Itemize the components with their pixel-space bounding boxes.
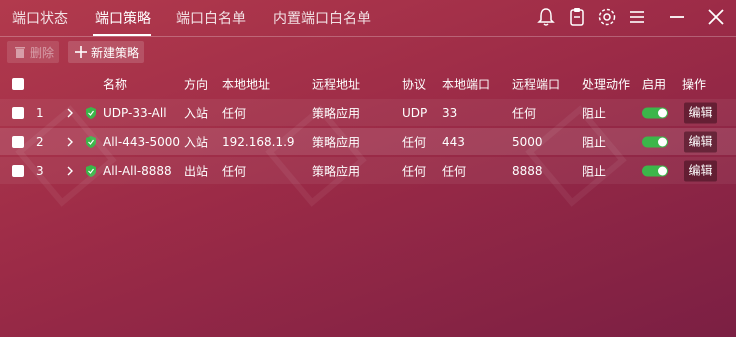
table-row[interactable]: 3 All-All-8888 出站 任何 策略应用 任何 任何 8888 阻止 … <box>0 157 736 184</box>
row-local-port: 33 <box>442 105 458 120</box>
shield-icon <box>85 106 97 119</box>
row-direction: 出站 <box>184 164 209 178</box>
row-local-address: 192.168.1.9 <box>222 134 295 149</box>
table-header: 名称 方向 本地地址 远程地址 协议 本地端口 远程端口 处理动作 启用 操作 <box>0 72 736 96</box>
edit-button[interactable]: 编辑 <box>684 102 717 123</box>
title-bar: 端口状态 端口策略 端口白名单 内置端口白名单 <box>0 0 736 37</box>
row-name: UDP-33-All <box>103 105 167 120</box>
chevron-right-icon[interactable] <box>65 136 75 148</box>
new-policy-button[interactable]: 新建策略 <box>68 41 144 63</box>
shield-icon <box>85 164 97 177</box>
clipboard-icon[interactable] <box>566 6 588 28</box>
header-remote-address: 远程地址 <box>312 77 361 92</box>
chevron-right-icon[interactable] <box>65 165 75 177</box>
new-policy-label: 新建策略 <box>91 45 140 60</box>
minimize-icon[interactable] <box>666 6 688 28</box>
row-direction: 入站 <box>184 135 209 149</box>
row-index: 1 <box>36 105 44 120</box>
row-remote-address: 策略应用 <box>312 106 361 120</box>
row-action: 阻止 <box>582 106 607 120</box>
row-protocol: 任何 <box>402 164 427 178</box>
header-remote-port: 远程端口 <box>512 77 561 92</box>
row-action: 阻止 <box>582 164 607 178</box>
shield-icon <box>85 135 97 148</box>
header-action: 处理动作 <box>582 77 631 92</box>
tab-port-policy[interactable]: 端口策略 <box>95 8 151 28</box>
edit-button[interactable]: 编辑 <box>684 160 717 181</box>
header-name: 名称 <box>103 77 128 92</box>
row-name: All-All-8888 <box>103 163 172 178</box>
row-local-address: 任何 <box>222 106 247 120</box>
enabled-toggle[interactable] <box>642 165 668 176</box>
row-checkbox[interactable] <box>12 135 24 148</box>
select-all-checkbox[interactable] <box>12 78 24 90</box>
close-icon[interactable] <box>705 6 727 28</box>
row-remote-port: 8888 <box>512 163 543 178</box>
tab-builtin-port-whitelist[interactable]: 内置端口白名单 <box>273 8 371 28</box>
active-tab-indicator <box>93 34 151 36</box>
chevron-right-icon[interactable] <box>65 107 75 119</box>
menu-icon[interactable] <box>626 6 648 28</box>
enabled-toggle[interactable] <box>642 136 668 147</box>
row-direction: 入站 <box>184 106 209 120</box>
table-row[interactable]: 2 All-443-5000 入站 192.168.1.9 策略应用 任何 44… <box>0 128 736 155</box>
enabled-toggle[interactable] <box>642 107 668 118</box>
header-enabled: 启用 <box>642 77 667 92</box>
delete-button[interactable]: 删除 <box>7 41 59 63</box>
bell-icon[interactable] <box>535 6 557 28</box>
row-index: 2 <box>36 134 44 149</box>
row-checkbox[interactable] <box>12 106 24 119</box>
plus-icon <box>74 45 88 59</box>
row-remote-address: 策略应用 <box>312 164 361 178</box>
row-protocol: UDP <box>402 105 428 120</box>
header-local-port: 本地端口 <box>442 77 491 92</box>
delete-label: 删除 <box>30 45 55 60</box>
row-name: All-443-5000 <box>103 134 180 149</box>
tab-port-whitelist[interactable]: 端口白名单 <box>176 8 246 28</box>
table-row[interactable]: 1 UDP-33-All 入站 任何 策略应用 UDP 33 任何 阻止 编辑 <box>0 99 736 126</box>
row-remote-address: 策略应用 <box>312 135 361 149</box>
header-protocol: 协议 <box>402 77 427 92</box>
row-action: 阻止 <box>582 135 607 149</box>
edit-button[interactable]: 编辑 <box>684 131 717 152</box>
tab-port-status[interactable]: 端口状态 <box>12 8 68 28</box>
gear-icon[interactable] <box>596 6 618 28</box>
row-local-port: 443 <box>442 134 465 149</box>
row-remote-port: 任何 <box>512 106 537 120</box>
row-checkbox[interactable] <box>12 164 24 177</box>
row-protocol: 任何 <box>402 135 427 149</box>
row-local-address: 任何 <box>222 164 247 178</box>
header-direction: 方向 <box>184 77 209 92</box>
header-local-address: 本地地址 <box>222 77 271 92</box>
row-index: 3 <box>36 163 44 178</box>
header-operations: 操作 <box>682 77 707 92</box>
trash-icon <box>13 45 27 59</box>
row-local-port: 任何 <box>442 164 467 178</box>
row-remote-port: 5000 <box>512 134 543 149</box>
